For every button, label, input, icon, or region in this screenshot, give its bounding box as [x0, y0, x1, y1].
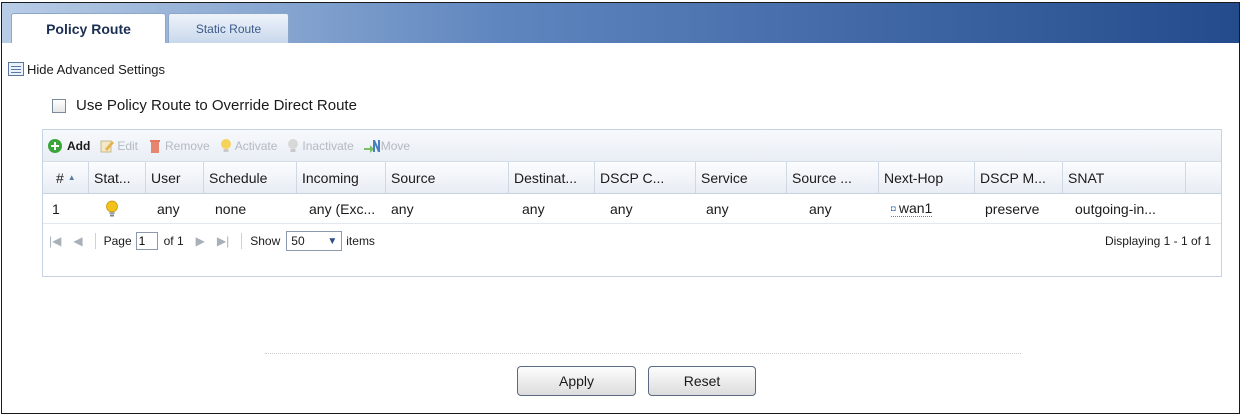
edit-label: Edit	[117, 138, 139, 153]
override-direct-route-checkbox[interactable]	[52, 98, 66, 113]
edit-button[interactable]: Edit	[99, 138, 138, 154]
add-icon	[48, 138, 62, 153]
column-header-dscp-code[interactable]: DSCP C...	[595, 162, 696, 193]
button-divider	[265, 353, 1021, 354]
activate-label: Activate	[234, 138, 278, 153]
override-direct-route-option: Use Policy Route to Override Direct Rout…	[52, 97, 357, 114]
page-count-label: of 1	[163, 234, 184, 248]
cell-source: any	[391, 200, 414, 217]
bulb-on-icon	[220, 138, 231, 152]
cell-next-hop: ◘ wan1	[879, 194, 975, 223]
tab-policy-route[interactable]: Policy Route	[11, 13, 166, 43]
next-page-icon[interactable]: ▶	[196, 234, 205, 248]
previous-page-icon[interactable]: ◀	[73, 234, 82, 248]
list-settings-icon	[8, 62, 24, 76]
move-label: Move	[380, 138, 411, 153]
column-header-incoming[interactable]: Incoming	[297, 162, 386, 193]
header-label: Destinat...	[514, 169, 578, 186]
header-label: #	[56, 169, 64, 186]
override-direct-route-label: Use Policy Route to Override Direct Rout…	[76, 97, 357, 114]
move-icon	[363, 139, 380, 153]
header-label: DSCP M...	[980, 169, 1046, 186]
column-header-dscp-marking[interactable]: DSCP M...	[975, 162, 1063, 193]
column-header-number[interactable]: # ▲	[43, 162, 89, 193]
bulb-on-icon[interactable]	[105, 200, 119, 218]
grid-toolbar: Add Edit Remove Activate Inactivate Move	[43, 130, 1221, 162]
add-button[interactable]: Add	[47, 138, 90, 154]
apply-button[interactable]: Apply	[517, 366, 636, 396]
hide-advanced-settings-label: Hide Advanced Settings	[27, 61, 166, 77]
cell-incoming: any (Exc...	[309, 200, 376, 217]
cell-destination: any	[522, 200, 545, 217]
column-header-destination[interactable]: Destinat...	[509, 162, 595, 193]
remove-label: Remove	[165, 138, 210, 153]
cell-service: any	[706, 200, 729, 217]
cell-user: any	[157, 200, 180, 217]
page-label: Page	[103, 234, 132, 248]
cell-number: 1	[52, 200, 60, 217]
header-label: Source	[391, 169, 436, 186]
hide-advanced-settings-link[interactable]: Hide Advanced Settings	[8, 59, 165, 79]
displaying-count: Displaying 1 - 1 of 1	[1104, 234, 1211, 248]
next-hop-link[interactable]: ◘ wan1	[891, 200, 933, 217]
tab-bar: Policy Route Static Route	[2, 3, 1239, 43]
page-size-value: 50	[291, 234, 305, 248]
items-label: items	[346, 234, 375, 248]
cell-schedule: none	[215, 200, 247, 217]
header-label: Next-Hop	[884, 169, 944, 186]
header-label: Incoming	[302, 169, 359, 186]
column-header-source[interactable]: Source	[386, 162, 509, 193]
column-header-service[interactable]: Service	[696, 162, 787, 193]
column-header-schedule[interactable]: Schedule	[204, 162, 297, 193]
reset-button[interactable]: Reset	[648, 366, 756, 396]
cell-source-port: any	[809, 200, 832, 217]
bulb-off-icon	[288, 138, 299, 152]
pager-divider	[94, 233, 96, 249]
inactivate-button[interactable]: Inactivate	[286, 138, 354, 154]
add-label: Add	[67, 138, 91, 153]
last-page-icon[interactable]: ▶|	[217, 234, 229, 248]
inactivate-label: Inactivate	[302, 138, 354, 153]
activate-button[interactable]: Activate	[219, 138, 278, 154]
first-page-icon[interactable]: |◀	[49, 234, 61, 248]
sort-ascending-icon: ▲	[67, 173, 76, 182]
cell-dscp-code: any	[610, 200, 633, 217]
interface-icon: ◘	[891, 203, 896, 213]
header-label: DSCP C...	[600, 169, 665, 186]
header-label: Service	[701, 169, 748, 186]
column-header-status[interactable]: Stat...	[89, 162, 146, 193]
show-label: Show	[250, 234, 281, 248]
policy-route-grid: Add Edit Remove Activate Inactivate Move	[42, 129, 1222, 277]
move-button[interactable]: Move	[363, 139, 410, 153]
cell-dscp-marking: preserve	[985, 200, 1040, 217]
page-size-select[interactable]: 50 ▼	[286, 231, 343, 251]
tab-static-route[interactable]: Static Route	[168, 13, 289, 43]
edit-icon	[100, 140, 115, 152]
pager-divider	[241, 233, 243, 249]
page-number-input[interactable]	[135, 232, 158, 250]
policy-route-panel: Policy Route Static Route Hide Advanced …	[1, 2, 1240, 414]
column-header-source-port[interactable]: Source ...	[787, 162, 879, 193]
header-label: Schedule	[209, 169, 268, 186]
pagination-bar: |◀ ◀ Page of 1 ▶ ▶| Show 50 ▼ items Disp…	[43, 224, 1221, 258]
remove-button[interactable]: Remove	[147, 138, 210, 154]
column-header-snat[interactable]: SNAT	[1063, 162, 1186, 193]
cell-snat: outgoing-in...	[1075, 200, 1156, 217]
header-label: Source ...	[792, 169, 852, 186]
table-row[interactable]: 1 any none any (Exc... any any any any a…	[43, 194, 1221, 224]
chevron-down-icon: ▼	[327, 235, 338, 247]
header-label: Stat...	[94, 169, 131, 186]
table-header: # ▲ Stat... User Schedule Incoming Sourc…	[43, 162, 1221, 194]
next-hop-label: wan1	[898, 200, 933, 216]
column-header-next-hop[interactable]: Next-Hop	[879, 162, 975, 193]
cell-status	[89, 194, 146, 223]
column-header-user[interactable]: User	[146, 162, 204, 193]
header-label: SNAT	[1068, 169, 1105, 186]
trash-icon	[150, 139, 161, 153]
header-label: User	[151, 169, 181, 186]
